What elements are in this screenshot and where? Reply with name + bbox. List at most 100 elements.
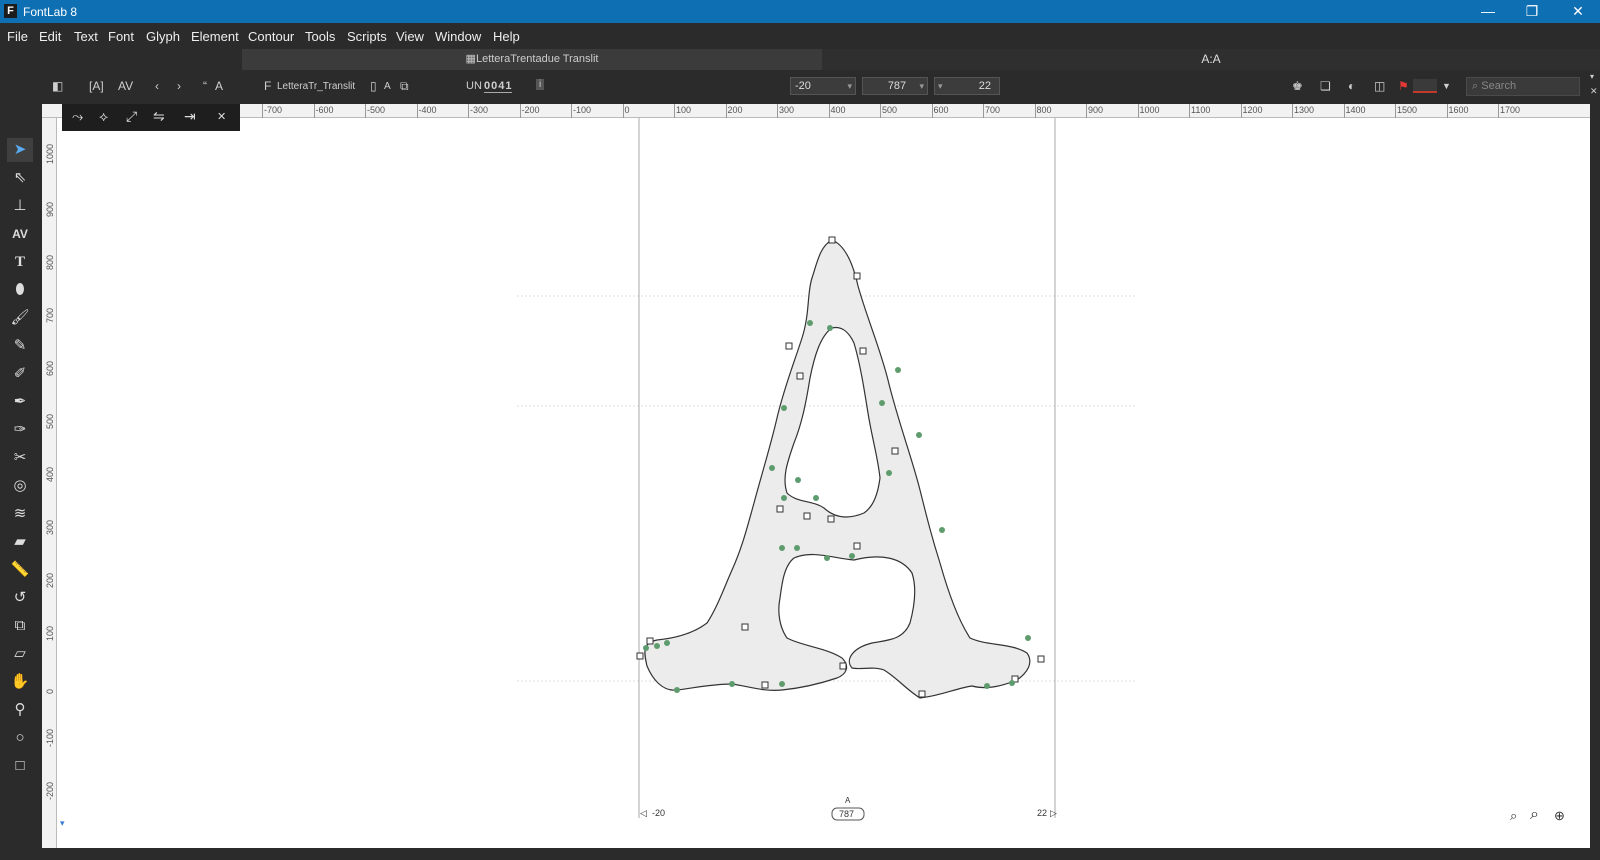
- metrics-tool-icon[interactable]: ⊥: [7, 194, 33, 218]
- search-input[interactable]: ⌕ Search: [1466, 77, 1580, 96]
- eraser-tool-icon[interactable]: ⬮: [7, 278, 33, 302]
- info-icon[interactable]: i: [536, 79, 545, 90]
- font-info-icon[interactable]: ♚: [1292, 79, 1303, 93]
- menu-text[interactable]: Text: [74, 29, 98, 44]
- connect-icon[interactable]: ⇥: [184, 108, 196, 125]
- chevron-down-icon[interactable]: ▼: [1442, 81, 1451, 91]
- h-ruler-tick-label: -700: [264, 105, 283, 115]
- menu-contour[interactable]: Contour: [248, 29, 294, 44]
- menu-scripts[interactable]: Scripts: [347, 29, 387, 44]
- kerning-tool-icon[interactable]: AV: [7, 222, 33, 246]
- v-ruler-tick-label: 400: [45, 466, 55, 482]
- rectangle-tool-icon[interactable]: □: [7, 754, 33, 778]
- chevron-down-icon[interactable]: ▾: [938, 78, 943, 94]
- minimize-button[interactable]: —: [1466, 0, 1510, 23]
- zoom-fit-icon[interactable]: ⊕: [1554, 808, 1565, 824]
- lsb-metric-label: -20: [652, 808, 665, 818]
- pen-tool-icon[interactable]: ✎: [7, 334, 33, 358]
- close-panel-icon[interactable]: ✕: [1590, 86, 1598, 97]
- h-ruler-tick-label: -600: [315, 105, 334, 115]
- chevron-down-icon[interactable]: ▾: [847, 78, 852, 94]
- tab-glyph-window[interactable]: A:A: [822, 49, 1600, 70]
- horizontal-ruler[interactable]: -700 -600 -500 -400 -300 -200 -100 0 100 200 300 40…: [42, 104, 1590, 118]
- pencil-tool-icon[interactable]: ✐: [7, 362, 33, 386]
- menu-tools[interactable]: Tools: [305, 29, 335, 44]
- advance-width-field[interactable]: 787 ▾: [862, 77, 928, 95]
- menu-help[interactable]: Help: [493, 29, 520, 44]
- spiral-tool-icon[interactable]: ◎: [7, 474, 33, 498]
- brush-tool-icon[interactable]: 🖌: [7, 306, 33, 330]
- scale-node-icon[interactable]: ⤢: [126, 108, 137, 125]
- next-glyph-icon[interactable]: ›: [177, 79, 181, 93]
- v-ruler-tick-label: 600: [45, 360, 55, 376]
- zoom-out-icon[interactable]: ⌕: [1510, 808, 1517, 824]
- layers-icon[interactable]: ❏: [1320, 79, 1331, 93]
- chevron-down-icon[interactable]: ▾: [919, 78, 924, 94]
- menu-file[interactable]: File: [7, 29, 28, 44]
- slant-tool-icon[interactable]: ▱: [7, 642, 33, 666]
- vertical-ruler[interactable]: 1000 900 800 700 600 500 400 300 200 100 0 -100 -200: [42, 118, 57, 848]
- rotate-tool-icon[interactable]: ↺: [7, 586, 33, 610]
- ruler-tool-icon[interactable]: 📏: [7, 558, 33, 582]
- rsb-marker-icon[interactable]: ▷: [1050, 808, 1057, 818]
- node-select-tool-icon[interactable]: ⇖: [7, 166, 33, 190]
- menu-edit[interactable]: Edit: [39, 29, 61, 44]
- close-button[interactable]: ✕: [1556, 0, 1600, 23]
- h-ruler-tick: [1240, 104, 1242, 118]
- menu-element[interactable]: Element: [191, 29, 239, 44]
- glyph-name-icon: “: [203, 79, 207, 93]
- unicode-value[interactable]: 0041: [484, 80, 513, 93]
- mask-icon[interactable]: ◫: [1374, 79, 1385, 93]
- blend-tool-icon[interactable]: ≋: [7, 502, 33, 526]
- reverse-contour-icon[interactable]: ⇋: [153, 108, 165, 125]
- font-name-label[interactable]: LetteraTr_Translit: [277, 81, 355, 92]
- knife-tool-icon[interactable]: ✂: [7, 446, 33, 470]
- layer-label[interactable]: A: [384, 81, 391, 92]
- menu-font[interactable]: Font: [108, 29, 134, 44]
- contour-select-tool-icon[interactable]: ➤: [7, 138, 33, 162]
- h-ruler-tick-label: 1600: [1448, 105, 1469, 115]
- scale-tool-icon[interactable]: ⧉: [7, 614, 33, 638]
- copy-icon[interactable]: ⧉: [400, 79, 409, 94]
- power-nib-icon[interactable]: ✑: [7, 418, 33, 442]
- zoom-in-icon[interactable]: ⌕: [1530, 806, 1539, 824]
- color-swatch[interactable]: [1413, 79, 1437, 93]
- tab-bar: ▦LetteraTrentadue Translit A:A: [0, 49, 1600, 70]
- close-toolbar-icon[interactable]: ✕: [217, 110, 226, 123]
- glyph-outline[interactable]: [644, 239, 1031, 699]
- eyedropper-tool-icon[interactable]: ⚲: [7, 698, 33, 722]
- v-ruler-tick-label: 500: [45, 413, 55, 429]
- panel-menu-icon[interactable]: ▾: [1590, 72, 1594, 81]
- glyph-name-label[interactable]: A: [215, 79, 223, 93]
- v-ruler-tick-label: 300: [45, 519, 55, 535]
- h-ruler-tick-label: 1700: [1500, 105, 1521, 115]
- h-ruler-tick: [262, 104, 263, 118]
- text-mode-icon[interactable]: [A]: [89, 79, 104, 93]
- v-ruler-tick-label: -200: [45, 781, 55, 800]
- fill-tool-icon[interactable]: ▰: [7, 530, 33, 554]
- rsb-field[interactable]: ▾ 22: [934, 77, 1000, 95]
- advance-metric-label: 787: [839, 809, 854, 819]
- convert-node-icon[interactable]: ⟡: [99, 108, 108, 125]
- restore-button[interactable]: ❐: [1510, 0, 1554, 23]
- flag-icon[interactable]: ⚑: [1398, 79, 1409, 93]
- rapid-tool-icon[interactable]: ✒: [7, 390, 33, 414]
- tab-font-window[interactable]: ▦LetteraTrentadue Translit: [242, 49, 822, 70]
- ellipse-tool-icon[interactable]: ○: [7, 726, 33, 750]
- kerning-mode-icon[interactable]: AV: [118, 79, 133, 93]
- menu-glyph[interactable]: Glyph: [146, 29, 180, 44]
- menu-window[interactable]: Window: [435, 29, 481, 44]
- h-ruler-tick-label: 700: [985, 105, 1001, 115]
- sidebar-toggle-icon[interactable]: ◧: [52, 79, 63, 93]
- glyph-canvas[interactable]: ◁ -20 A 787 22 ▷ ⌕ ⌕ ⊕ ▾: [42, 118, 1590, 848]
- text-tool-icon[interactable]: T: [7, 250, 33, 274]
- h-ruler-tick-label: 1400: [1345, 105, 1366, 115]
- add-node-icon[interactable]: ⤳: [72, 108, 83, 125]
- menu-view[interactable]: View: [396, 29, 424, 44]
- hand-tool-icon[interactable]: ✋: [7, 670, 33, 694]
- prev-glyph-icon[interactable]: ‹: [155, 79, 159, 93]
- v-ruler-tick-label: 100: [45, 625, 55, 641]
- lsb-marker-icon[interactable]: ◁: [640, 808, 647, 818]
- lsb-field[interactable]: -20 ▾: [790, 77, 856, 95]
- preview-icon[interactable]: ◐: [1348, 79, 1355, 93]
